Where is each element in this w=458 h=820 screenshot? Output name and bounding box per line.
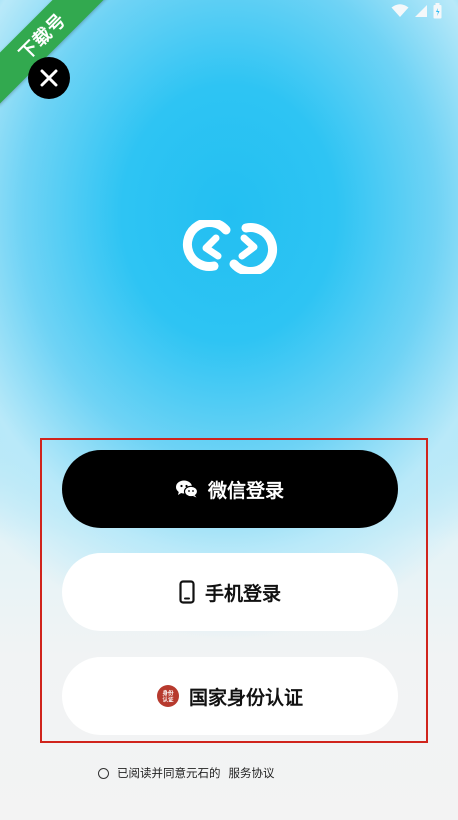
phone-login-label: 手机登录 — [204, 582, 281, 605]
agreement-radio[interactable] — [98, 767, 109, 779]
wechat-login-label: 微信登录 — [207, 479, 284, 502]
svg-text:身份: 身份 — [162, 689, 174, 697]
national-id-auth-button[interactable]: 身份 认证 国家身份认证 — [62, 657, 398, 735]
service-agreement-link[interactable]: 服务协议 — [229, 765, 275, 781]
svg-text:认证: 认证 — [162, 696, 174, 704]
wechat-login-button[interactable]: 微信登录 — [62, 450, 398, 528]
national-id-auth-label: 国家身份认证 — [188, 686, 303, 709]
wifi-icon — [391, 4, 409, 17]
app-logo-link-icon — [182, 220, 278, 274]
agreement-row: 已阅读并同意元石的 服务协议 — [98, 765, 275, 781]
close-icon — [40, 69, 58, 87]
wechat-icon — [175, 480, 198, 498]
battery-icon — [433, 3, 442, 19]
signal-icon — [415, 5, 427, 17]
id-auth-badge-icon: 身份 认证 — [156, 685, 179, 707]
phone-icon — [179, 580, 195, 604]
watermark-text: 下载号 — [15, 9, 71, 65]
status-bar — [298, 0, 458, 24]
close-button[interactable] — [28, 57, 70, 99]
agreement-text: 已阅读并同意元石的 — [117, 766, 221, 780]
phone-login-button[interactable]: 手机登录 — [62, 553, 398, 631]
